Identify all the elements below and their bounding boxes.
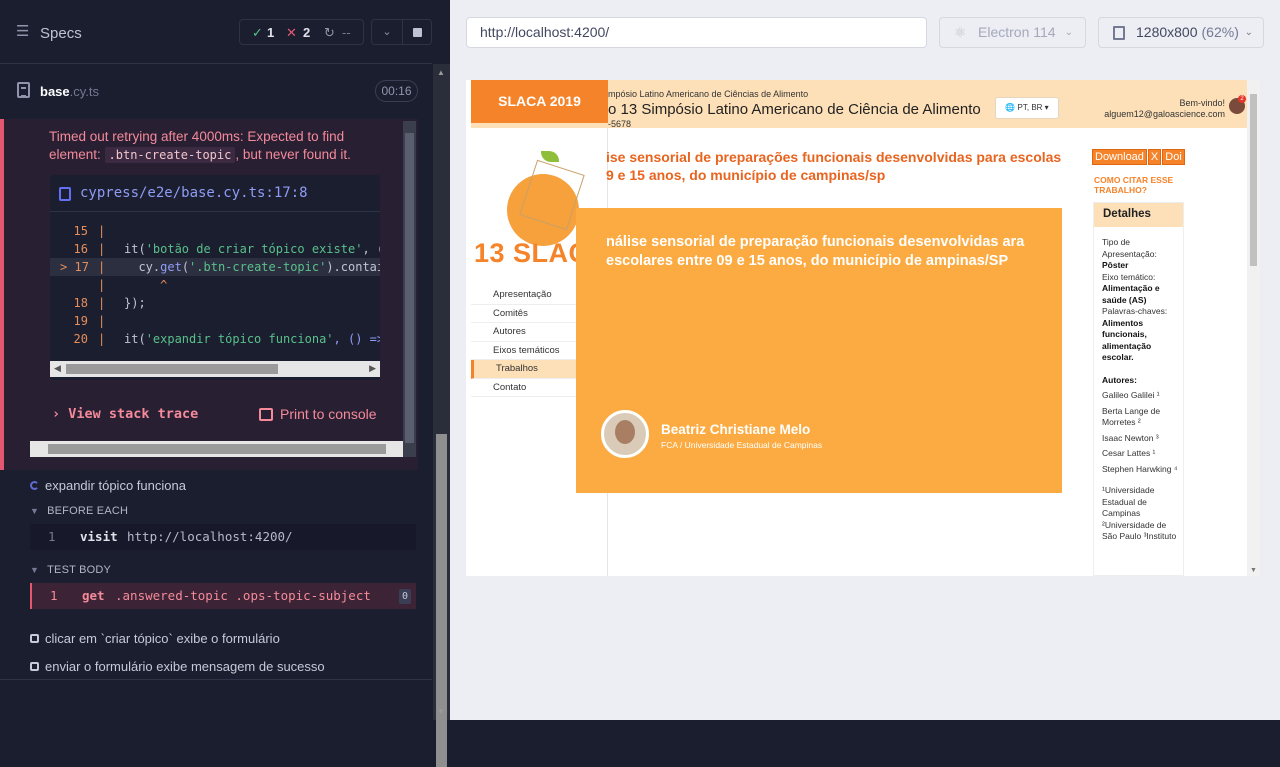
pass-icon: ✓ — [252, 25, 263, 40]
terminal-icon — [259, 408, 273, 421]
electron-icon: ⚛ — [954, 24, 967, 40]
code-line-highlighted: > 17 | cy.get('.btn-create-topic').contai — [50, 258, 380, 276]
code-line: 18 |}); — [73, 296, 146, 310]
header-code: -5678 — [608, 119, 632, 129]
scrollbar-thumb[interactable] — [66, 364, 278, 374]
running-icon — [30, 481, 39, 490]
aut-panel: http://localhost:4200/ ⚛ Electron 114 ⌄ … — [450, 0, 1280, 720]
stop-button[interactable] — [402, 19, 432, 45]
spec-header: base.cy.ts 00:16 — [0, 76, 432, 108]
code-line: 16|it('botão de criar tópico existe', ( — [73, 242, 380, 256]
avatar[interactable]: 2 — [1229, 95, 1246, 114]
before-each-hook[interactable]: ▼ BEFORE EACH — [30, 505, 128, 517]
pass-count: 1 — [267, 25, 275, 40]
poster: nálise sensorial de preparação funcionai… — [576, 208, 1062, 493]
article-title: ise sensorial de preparações funcionais … — [606, 149, 1062, 183]
chevron-down-icon: ▼ — [30, 506, 40, 516]
pending-test-icon — [30, 634, 39, 643]
ruler-icon — [1113, 26, 1125, 40]
chevron-down-icon: ⌄ — [1064, 27, 1073, 38]
scrollbar-thumb[interactable] — [1250, 94, 1257, 266]
browser-selector[interactable]: ⚛ Electron 114 ⌄ — [939, 17, 1086, 48]
x-button[interactable]: X — [1147, 149, 1162, 165]
code-line: 15 | — [73, 224, 106, 238]
download-button[interactable]: Download — [1092, 149, 1147, 165]
error-horizontal-scrollbar[interactable] — [30, 441, 403, 457]
test-body-hook[interactable]: ▼ TEST BODY — [30, 564, 111, 576]
viewport-selector[interactable]: 1280x800 (62%) ⌄ — [1098, 17, 1264, 48]
file-icon — [59, 187, 71, 201]
scrollbar-thumb[interactable] — [48, 444, 386, 454]
notification-badge: 2 — [1238, 95, 1246, 103]
chevron-down-icon: ▼ — [30, 565, 40, 575]
error-vertical-scrollbar[interactable] — [403, 121, 416, 457]
code-horizontal-scrollbar[interactable]: ◀ ▶ — [50, 361, 380, 377]
language-selector[interactable]: 🌐 PT, BR ▾ — [995, 97, 1059, 119]
fail-icon: ✕ — [286, 25, 297, 40]
details-body: Tipo de Apresentação: Pôster Eixo temáti… — [1102, 237, 1178, 541]
stop-icon — [413, 28, 422, 37]
details-header: Detalhes — [1094, 203, 1183, 227]
doi-button[interactable]: Doi — [1162, 149, 1185, 165]
specs-label[interactable]: Specs — [40, 25, 82, 42]
element-count-badge: 0 — [399, 589, 411, 604]
command-log-panel: ☰ Specs ✓ 1 ✕ 2 ↻ -- ⌄ base.cy.ts 00:16 … — [0, 0, 450, 767]
scrollbar-thumb[interactable] — [405, 133, 414, 443]
url-bar[interactable]: http://localhost:4200/ — [466, 17, 927, 48]
code-line: | ^ — [98, 278, 168, 292]
specs-menu-icon[interactable]: ☰ — [16, 24, 32, 39]
author-avatar — [601, 410, 649, 458]
details-panel: Detalhes Tipo de Apresentação: Pôster Ei… — [1093, 202, 1184, 576]
page-scrollbar[interactable]: ▼ — [1247, 80, 1260, 576]
author-name: Beatriz Christiane Melo — [661, 422, 811, 437]
site-logo[interactable]: SLACA 2019 — [471, 80, 608, 123]
download-buttons: Download X Doi — [1092, 149, 1186, 165]
test-expandir[interactable]: expandir tópico funciona — [0, 478, 420, 494]
author-affiliation: FCA / Universidade Estadual de Campinas — [661, 440, 823, 450]
code-line: 20 | it('expandir tópico funciona', () => — [73, 332, 380, 346]
file-icon — [17, 82, 30, 98]
divider — [0, 679, 432, 680]
pending-count: -- — [342, 25, 351, 40]
command-log-scrollbar[interactable]: ▲ ▼ — [433, 64, 450, 767]
chevron-down-icon: ⌄ — [1244, 27, 1253, 38]
aut-iframe: SLACA 2019 mpósio Latino Americano de Ci… — [466, 80, 1260, 576]
command-visit[interactable]: 1 visit http://localhost:4200/ — [30, 524, 416, 550]
code-file-link[interactable]: cypress/e2e/base.cy.ts:17:8 — [50, 175, 380, 212]
poster-title: nálise sensorial de preparação funcionai… — [606, 234, 1025, 269]
scrollbar-thumb[interactable] — [436, 434, 447, 767]
spec-duration: 00:16 — [375, 80, 418, 102]
runner-header: ☰ Specs ✓ 1 ✕ 2 ↻ -- ⌄ — [0, 0, 432, 64]
header-subtitle: mpósio Latino Americano de Ciências de A… — [608, 89, 809, 99]
fail-count: 2 — [303, 25, 311, 40]
test-stats: ✓ 1 ✕ 2 ↻ -- — [239, 19, 364, 45]
header-title: o 13 Simpósio Latino Americano de Ciênci… — [608, 101, 981, 118]
cite-link[interactable]: COMO CITAR ESSE TRABALHO? — [1094, 175, 1174, 195]
view-stack-trace-link[interactable]: › View stack trace — [52, 406, 198, 422]
test-enviar[interactable]: enviar o formulário exibe mensagem de su… — [0, 659, 420, 675]
chevron-down-icon[interactable]: ⌄ — [371, 19, 403, 45]
spec-filename: base.cy.ts — [40, 84, 100, 99]
user-greeting: Bem-vindo! alguem12@galoascience.com — [1104, 98, 1225, 119]
pending-test-icon — [30, 662, 39, 671]
globe-icon: 🌐 — [1005, 103, 1016, 112]
code-frame: cypress/e2e/base.cy.ts:17:8 15 | 16 | it('b… — [50, 175, 380, 380]
print-to-console-button[interactable]: Print to console — [259, 406, 377, 422]
pending-icon: ↻ — [324, 25, 335, 40]
command-get-failed[interactable]: 1 get .answered-topic .ops-topic-subject… — [30, 583, 416, 609]
test-clicar[interactable]: clicar em `criar tópico` exibe o formulá… — [0, 631, 420, 647]
error-message: Timed out retrying after 4000ms: Expecte… — [49, 129, 351, 163]
code-line: 19 | — [73, 314, 106, 328]
